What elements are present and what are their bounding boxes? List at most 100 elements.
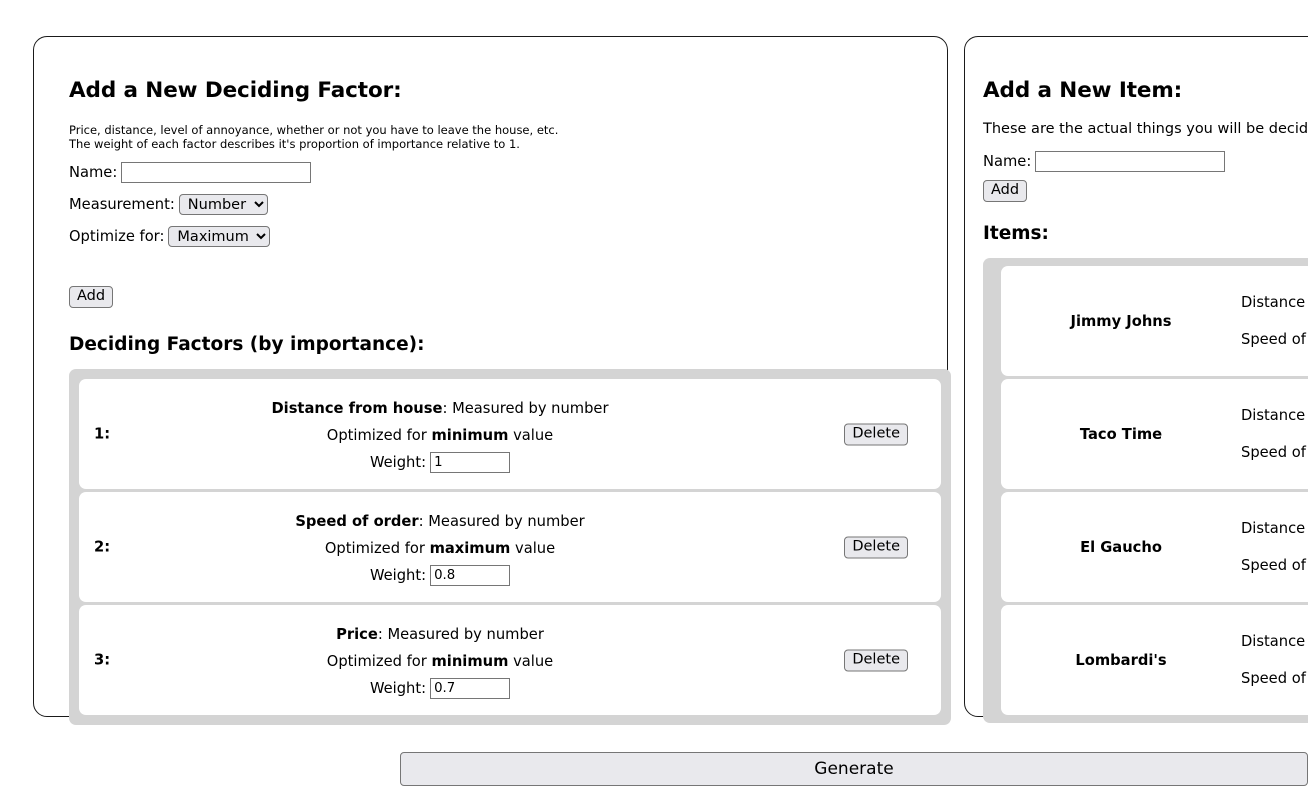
factor-optimize-value: minimum [431, 427, 509, 444]
factor-optimize-prefix: Optimized for [324, 540, 430, 557]
item-factors: Distance from house: Speed of order: [1241, 284, 1308, 358]
delete-factor-button[interactable]: Delete [844, 649, 908, 672]
item-factor-label: Distance from house: [1241, 407, 1308, 424]
factor-body: Speed of order: Measured by number Optimi… [79, 508, 941, 586]
factor-name-input[interactable] [121, 162, 312, 183]
add-factor-button[interactable]: Add [69, 286, 114, 308]
item-name-input[interactable] [1035, 151, 1226, 172]
factor-name-line: Price: Measured by number [119, 621, 761, 648]
item-factors: Distance from house: Speed of order: [1241, 623, 1308, 697]
item-factor-row: Distance from house: [1241, 397, 1308, 434]
item-name-row: Name: [983, 151, 1308, 172]
item-factors: Distance from house: Speed of order: [1241, 397, 1308, 471]
factor-delete-wrap: Delete [844, 536, 908, 559]
factor-weight-label: Weight: [369, 454, 427, 471]
item-name: El Gaucho [1080, 538, 1162, 556]
deciding-factor-panel: Add a New Deciding Factor: Price, distan… [33, 36, 951, 725]
factor-weight-row: Weight: [119, 452, 761, 473]
factor-optimize-value: minimum [431, 653, 509, 670]
factor-name-label: Name: [69, 164, 118, 181]
factor-name-row: Name: [69, 162, 929, 183]
item-factor-row: Speed of order: [1241, 660, 1308, 697]
factor-name-text: Distance from house [271, 400, 443, 417]
factor-weight-input[interactable] [430, 452, 511, 473]
factor-optimize-prefix: Optimized for [326, 653, 432, 670]
factor-index: 2: [94, 538, 111, 556]
item-panel-title: Add a New Item: [983, 78, 1183, 103]
item-factor-row: Distance from house: [1241, 623, 1308, 660]
generate-button[interactable]: Generate [400, 752, 1308, 786]
factor-name-line: Distance from house: Measured by number [119, 395, 761, 422]
item-factor-row: Speed of order: [1241, 434, 1308, 471]
item-name: Jimmy Johns [1070, 312, 1172, 330]
factor-optimize-line: Optimized for maximum value [119, 535, 761, 562]
add-item-button[interactable]: Add [983, 180, 1028, 202]
deciding-factors-list-title: Deciding Factors (by importance): [69, 334, 425, 355]
factor-delete-wrap: Delete [844, 423, 908, 446]
factor-optimize-select[interactable]: Maximum [168, 226, 271, 247]
item-factor-row: Speed of order: [1241, 547, 1308, 584]
items-list: Jimmy Johns Distance from house: Speed of … [983, 258, 1308, 723]
factor-index: 1: [94, 425, 111, 443]
item-name: Taco Time [1079, 425, 1163, 443]
items-list-title: Items: [983, 223, 1049, 244]
delete-factor-button[interactable]: Delete [844, 423, 908, 446]
deciding-factor-panel-description: Price, distance, level of annoyance, whe… [69, 123, 559, 151]
factor-optimize-value: maximum [429, 540, 511, 557]
factor-optimize-suffix: value [510, 540, 556, 557]
factor-measurement-text: : Measured by number [442, 400, 609, 417]
factor-measurement-label: Measurement: [69, 196, 175, 213]
factor-optimize-line: Optimized for minimum value [119, 648, 761, 675]
panels-row: Add a New Deciding Factor: Price, distan… [33, 36, 1308, 725]
item-factor-row: Distance from house: [1241, 510, 1308, 547]
factor-weight-input[interactable] [430, 565, 511, 586]
factor-measurement-select[interactable]: Number [178, 194, 268, 215]
factor-measurement-row: Measurement: Number [69, 194, 929, 215]
item-card: El Gaucho Distance from house: Speed of or… [1001, 492, 1308, 602]
factor-weight-label: Weight: [369, 680, 427, 697]
app-root: Add a New Deciding Factor: Price, distan… [0, 0, 1308, 786]
item-factor-label: Distance from house: [1241, 520, 1308, 537]
factor-optimize-label: Optimize for: [69, 228, 165, 245]
item-name-label: Name: [983, 153, 1032, 170]
item-card: Lombardi's Distance from house: Speed of o… [1001, 605, 1308, 715]
factor-card: 3: Price: Measured by number Optimized for… [79, 605, 941, 715]
factor-index: 3: [94, 651, 111, 669]
deciding-factors-list: 1: Distance from house: Measured by numbe… [69, 369, 951, 725]
factor-measurement-text: : Measured by number [377, 626, 544, 643]
item-factor-label: Speed of order: [1241, 444, 1308, 461]
item-factor-row: Distance from house: [1241, 284, 1308, 321]
item-name: Lombardi's [1075, 651, 1167, 669]
item-panel: Add a New Item: These are the actual thi… [964, 36, 1308, 723]
item-factor-row: Speed of order: [1241, 321, 1308, 358]
item-card: Jimmy Johns Distance from house: Speed of … [1001, 266, 1308, 376]
factor-card: 2: Speed of order: Measured by number Opti… [79, 492, 941, 602]
factor-optimize-suffix: value [508, 427, 554, 444]
item-factor-label: Distance from house: [1241, 633, 1308, 650]
factor-body: Distance from house: Measured by number O… [79, 395, 941, 473]
factor-add-button-wrap: Add [69, 285, 929, 308]
factor-optimize-line: Optimized for minimum value [119, 422, 761, 449]
factor-name-line: Speed of order: Measured by number [119, 508, 761, 535]
item-card: Taco Time Distance from house: Speed of or… [1001, 379, 1308, 489]
factor-card: 1: Distance from house: Measured by numbe… [79, 379, 941, 489]
factor-weight-row: Weight: [119, 678, 761, 699]
factor-delete-wrap: Delete [844, 649, 908, 672]
factor-body: Price: Measured by number Optimized for m… [79, 621, 941, 699]
factor-weight-row: Weight: [119, 565, 761, 586]
factor-name-text: Price [336, 626, 378, 643]
deciding-factor-panel-title: Add a New Deciding Factor: [69, 78, 402, 103]
factor-measurement-text: : Measured by number [418, 513, 585, 530]
factor-optimize-prefix: Optimized for [326, 427, 432, 444]
delete-factor-button[interactable]: Delete [844, 536, 908, 559]
item-factors: Distance from house: Speed of order: [1241, 510, 1308, 584]
item-factor-label: Speed of order: [1241, 557, 1308, 574]
factor-weight-input[interactable] [430, 678, 511, 699]
item-factor-label: Speed of order: [1241, 670, 1308, 687]
factor-name-text: Speed of order [295, 513, 419, 530]
factor-optimize-suffix: value [508, 653, 554, 670]
factor-weight-label: Weight: [369, 567, 427, 584]
item-panel-description: These are the actual things you will be … [983, 121, 1308, 137]
item-factor-label: Speed of order: [1241, 331, 1308, 348]
item-add-button-wrap: Add [983, 179, 1308, 202]
